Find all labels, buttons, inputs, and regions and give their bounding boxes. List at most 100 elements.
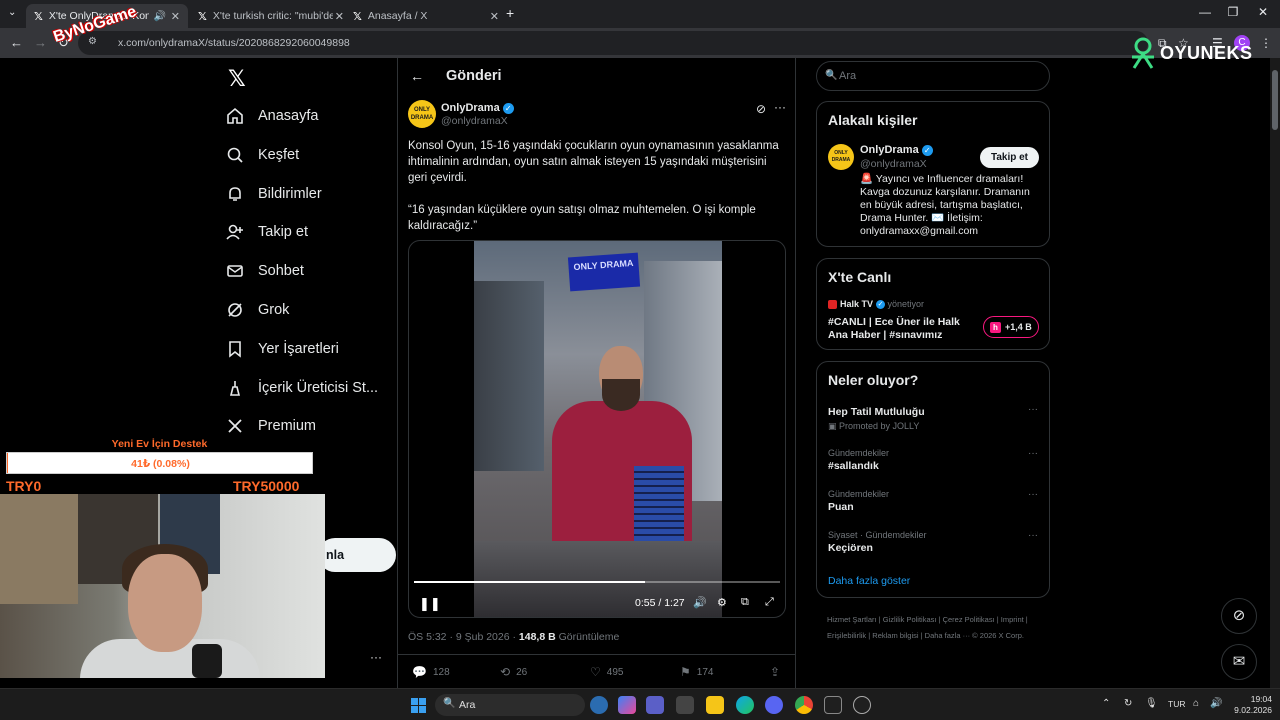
repost-icon: ⟲ [500,665,511,679]
footer-links[interactable]: Hizmet Şartları | Gizlilik Politikası | … [827,612,1037,644]
x-icon: 𝕏 [34,10,43,23]
account-menu-icon[interactable]: ··· [370,650,382,664]
sync-icon[interactable]: ↻ [1124,698,1132,709]
webcam-overlay [0,494,325,678]
trend-more-icon[interactable]: ··· [1028,530,1038,541]
video-player[interactable]: ONLY DRAMA ❚❚ 0:55 / 1:27 🔊 ⚙ ⧉ ⤢ [408,240,786,618]
x-logo-icon[interactable]: 𝕏 [228,66,246,92]
taskbar-app-icon[interactable] [590,696,608,714]
tab-anasayfa[interactable]: 𝕏 Anasayfa / X ✕ [345,4,507,28]
windows-start-icon[interactable] [411,698,426,713]
obs-icon[interactable] [853,696,871,714]
messages-float-icon[interactable]: ✉ [1221,644,1257,680]
edge-icon[interactable] [736,696,754,714]
live-stream-title[interactable]: #CANLI | Ece Üner ile Halk Ana Haber | #… [828,316,978,342]
author-handle[interactable]: @onlydramaX [441,115,508,127]
live-channel[interactable]: Halk TV ✓ yönetiyor [828,299,924,310]
card-title: X'te Canlı [828,269,892,285]
volume-icon[interactable]: 🔊 [1210,698,1222,709]
minimize-icon[interactable]: — [1190,5,1220,19]
related-avatar[interactable]: ONLY DRAMA [828,144,854,170]
menu-icon[interactable]: ⋮ [1260,36,1272,50]
close-icon[interactable]: ✕ [335,10,344,23]
author-avatar[interactable]: ONLY DRAMA [408,100,436,128]
copilot-icon[interactable] [618,696,636,714]
nav-item-home[interactable]: Anasayfa [226,101,318,131]
back-arrow-icon[interactable]: ← [410,68,424,84]
nav-item-grok[interactable]: Grok [226,295,289,325]
volume-icon[interactable]: 🔊 [693,596,707,609]
taskbar-search-input[interactable]: 🔍 Ara [435,694,585,716]
related-handle[interactable]: @onlydramaX [860,158,927,170]
x-icon [228,419,242,433]
network-icon[interactable]: ⌂ [1193,698,1199,709]
nav-item-label: İçerik Üreticisi St... [258,380,379,396]
trend-item[interactable]: Gündemdekiler Puan ··· [828,489,1038,513]
live-card: X'te Canlı Halk TV ✓ yönetiyor #CANLI | E… [816,258,1050,350]
tab-search-icon[interactable]: ⌄ [8,7,16,18]
clock-date: 9.02.2026 [1234,705,1272,715]
chrome-icon[interactable] [795,696,813,714]
scrollbar[interactable] [1270,58,1280,688]
settings-icon[interactable]: ⚙ [717,596,727,609]
window-close-icon[interactable]: ✕ [1248,5,1278,19]
video-progress-bar[interactable] [414,581,780,583]
nav-item-bookmarks[interactable]: Yer İşaretleri [226,334,339,364]
taskbar-app-icon[interactable] [824,696,842,714]
scrollbar-thumb[interactable] [1272,70,1278,130]
trend-more-icon[interactable]: ··· [1028,404,1038,415]
new-tab-button[interactable]: + [506,5,514,21]
post-timestamp[interactable]: ÖS 5:32 · 9 Şub 2026 · [408,631,519,643]
close-icon[interactable]: ✕ [171,10,180,23]
nav-item-follow[interactable]: Takip et [226,217,308,247]
fullscreen-icon[interactable]: ⤢ [765,596,774,609]
trend-more-icon[interactable]: ··· [1028,448,1038,459]
trend-item[interactable]: Siyaset · Gündemdekiler Keçiören ··· [828,530,1038,554]
nav-item-premium[interactable]: Premium [226,411,316,441]
nav-item-creator-studio[interactable]: İçerik Üreticisi St... [226,373,378,403]
author-name[interactable]: OnlyDrama ✓ [441,102,514,114]
grok-explain-icon[interactable]: ⊘ [756,102,766,116]
nav-item-explore[interactable]: Keşfet [226,140,299,170]
grok-float-icon[interactable]: ⊘ [1221,598,1257,634]
address-bar[interactable]: ⚙ x.com/onlydramaX/status/20208682920600… [78,31,1148,55]
teams-icon[interactable] [646,696,664,714]
video-games-stack [634,466,684,541]
like-button[interactable]: ♡ 495 [590,665,623,679]
trend-category-text: Promoted by JOLLY [839,421,920,431]
reply-button[interactable]: 💬 128 [412,665,450,679]
audio-icon[interactable]: 🔊 [154,11,166,22]
trend-category: Gündemdekiler [828,448,890,458]
follow-button[interactable]: Takip et [980,147,1039,168]
search-input[interactable]: 🔍 Ara [816,61,1050,91]
tab-turkish-critic[interactable]: 𝕏 X'te turkish critic: "mubi'de fran ✕ [190,4,352,28]
share-button[interactable]: ⇪ [770,665,786,679]
post-button[interactable]: nla [318,538,396,572]
pause-icon[interactable]: ❚❚ [419,596,441,612]
trend-item[interactable]: Hep Tatil Mutluluğu ▣ Promoted by JOLLY … [828,404,1038,432]
forward-icon[interactable]: → [34,35,47,50]
live-listeners-pill[interactable]: h +1,4 B [983,316,1039,338]
clock[interactable]: 19:04 9.02.2026 [1232,694,1272,716]
pip-icon[interactable]: ⧉ [741,596,749,609]
site-info-icon[interactable]: ⚙ [88,36,97,47]
keyboard-language[interactable]: TUR [1168,699,1185,709]
trend-more-icon[interactable]: ··· [1028,489,1038,500]
discord-icon[interactable] [765,696,783,714]
mic-icon[interactable]: 🎙 [1145,698,1158,709]
store-icon[interactable] [676,696,694,714]
file-explorer-icon[interactable] [706,696,724,714]
show-more-link[interactable]: Daha fazla göster [828,575,910,587]
related-people-card: Alakalı kişiler ONLY DRAMA OnlyDrama ✓ @o… [816,101,1050,247]
close-icon[interactable]: ✕ [490,10,499,23]
trend-item[interactable]: Gündemdekiler #sallandık ··· [828,448,1038,472]
nav-item-chat[interactable]: Sohbet [226,256,304,286]
tray-chevron-icon[interactable]: ⌃ [1102,698,1110,709]
nav-item-notifications[interactable]: Bildirimler [226,179,322,209]
more-options-icon[interactable]: ··· [774,100,786,114]
maximize-icon[interactable]: ❐ [1218,5,1248,19]
related-name[interactable]: OnlyDrama ✓ [860,144,933,156]
bookmark-button[interactable]: ⚑ 174 [680,665,713,679]
repost-button[interactable]: ⟲ 26 [500,665,527,679]
back-icon[interactable]: ← [10,35,23,50]
